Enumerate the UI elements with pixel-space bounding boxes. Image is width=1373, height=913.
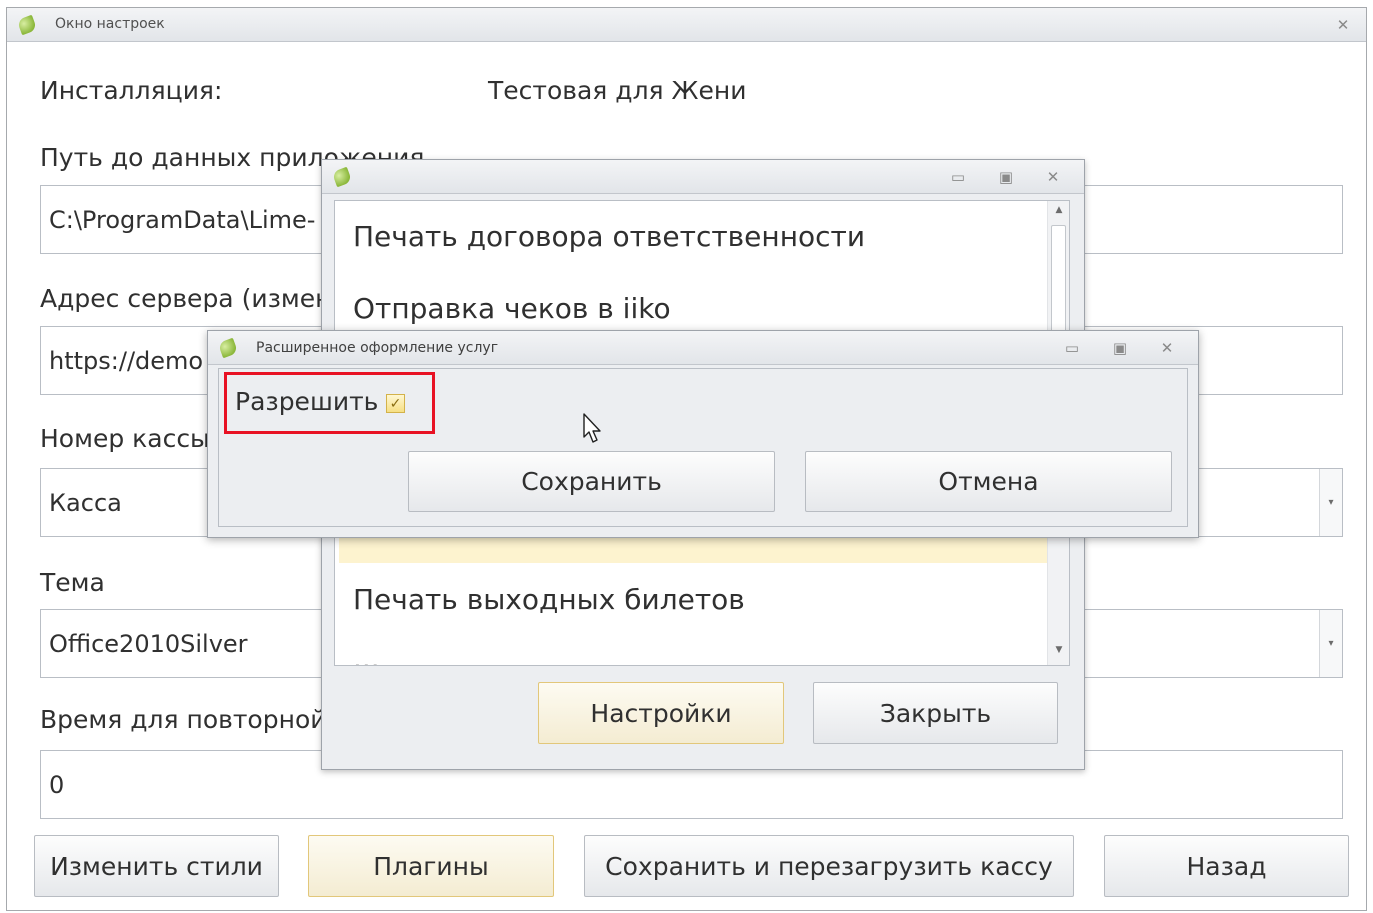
maximize-icon[interactable]: ▣: [996, 168, 1016, 186]
plugins-titlebar[interactable]: ▭ ▣ ✕: [322, 160, 1084, 194]
list-item-selected[interactable]: [339, 535, 1047, 563]
list-item[interactable]: ...: [335, 633, 1047, 666]
chevron-down-icon[interactable]: ▾: [1319, 610, 1342, 677]
close-icon[interactable]: ✕: [1333, 16, 1353, 34]
plugins-button[interactable]: Плагины: [308, 835, 554, 897]
minimize-icon[interactable]: ▭: [948, 168, 968, 186]
installation-label: Инсталляция:: [40, 76, 223, 105]
theme-value: Office2010Silver: [49, 629, 248, 658]
close-icon[interactable]: ✕: [1157, 339, 1177, 357]
theme-label: Тема: [40, 568, 105, 597]
server-address-label: Адрес сервера (измен: [40, 284, 332, 313]
dialog-save-button[interactable]: Сохранить: [408, 451, 775, 512]
cash-number-label: Номер кассы: [40, 424, 210, 453]
installation-value: Тестовая для Жени: [488, 76, 747, 105]
cash-number-value: Касса: [49, 488, 122, 517]
retry-time-label: Время для повторной: [40, 705, 327, 734]
close-icon[interactable]: ✕: [1043, 168, 1063, 186]
change-styles-button[interactable]: Изменить стили: [34, 835, 279, 897]
list-item[interactable]: Печать договора ответственности: [335, 205, 1047, 267]
scroll-up-icon[interactable]: ▲: [1048, 205, 1069, 215]
chevron-down-icon[interactable]: ▾: [1319, 469, 1342, 536]
settings-button[interactable]: Настройки: [538, 682, 784, 744]
lime-leaf-icon: [16, 14, 38, 36]
lime-leaf-icon: [331, 166, 353, 188]
extended-services-dialog: Расширенное оформление услуг ▭ ▣ ✕ Разре…: [207, 330, 1199, 538]
scroll-down-icon[interactable]: ▼: [1048, 645, 1069, 655]
dialog-cancel-button[interactable]: Отмена: [805, 451, 1172, 512]
save-restart-button[interactable]: Сохранить и перезагрузить кассу: [584, 835, 1074, 897]
maximize-icon[interactable]: ▣: [1110, 339, 1130, 357]
allow-label: Разрешить: [235, 387, 379, 416]
lime-leaf-icon: [217, 337, 239, 359]
back-button[interactable]: Назад: [1104, 835, 1349, 897]
dialog-title: Расширенное оформление услуг: [256, 340, 499, 356]
scroll-thumb[interactable]: [1051, 225, 1066, 345]
settings-titlebar[interactable]: Окно настроек ✕: [7, 8, 1366, 42]
window-title: Окно настроек: [55, 16, 165, 32]
minimize-icon[interactable]: ▭: [1062, 339, 1082, 357]
list-item[interactable]: Печать выходных билетов: [335, 568, 1047, 630]
close-button[interactable]: Закрыть: [813, 682, 1058, 744]
allow-checkbox[interactable]: ✓: [386, 394, 405, 413]
mouse-cursor-icon: [583, 413, 601, 443]
dialog-titlebar[interactable]: Расширенное оформление услуг ▭ ▣ ✕: [208, 331, 1198, 365]
